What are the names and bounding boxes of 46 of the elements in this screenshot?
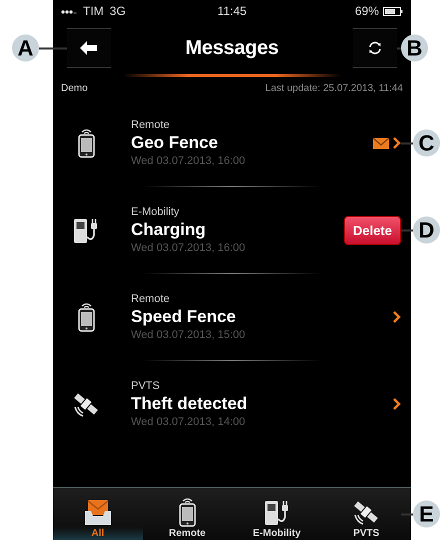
message-title: Charging [131,220,207,240]
tab[interactable]: Remote [142,488,232,540]
tab[interactable]: PVTS [322,488,411,540]
account-name: Demo [61,83,88,94]
tab[interactable]: E-Mobility [232,488,322,540]
message-date: Wed 03.07.2013, 16:00 [131,155,246,167]
last-update-text: Last update: 25.07.2013, 11:44 [265,83,403,94]
signal-icon [61,8,77,14]
message-category: E-Mobility [131,206,180,218]
callout-label: D [413,216,440,244]
message-title: Geo Fence [131,133,219,153]
battery-percent: 69% [354,4,379,18]
message-date: Wed 03.07.2013, 15:00 [131,329,246,341]
chevron-right-icon [393,137,401,149]
message-date: Wed 03.07.2013, 14:00 [131,416,246,428]
phone-icon [176,497,198,527]
phone-icon [76,302,96,332]
chevron-right-icon [393,398,401,410]
battery-icon [382,6,403,16]
back-arrow-icon [80,41,98,55]
message-category: Remote [131,119,171,131]
leader-line [401,142,413,144]
status-time: 11:45 [217,4,247,18]
message-title: Speed Fence [131,307,237,327]
screen-title: Messages [185,36,279,60]
message-title: Theft detected [131,394,248,414]
callout-label: C [413,130,440,156]
callout-label: A [12,34,39,62]
phone-icon [76,128,96,158]
back-button[interactable] [67,28,111,68]
chevron-right-icon [393,311,401,323]
refresh-button[interactable] [353,28,397,68]
message-row[interactable]: Remote Speed Fence Wed 03.07.2013, 15:00 [53,274,411,360]
message-date: Wed 03.07.2013, 16:00 [131,242,246,254]
inbox-icon [82,497,113,527]
refresh-icon [368,41,382,55]
delete-button[interactable]: Delete [344,216,401,244]
message-category: PVTS [131,380,161,392]
network-type: 3G [110,4,126,18]
callout-label: B [401,34,428,62]
leader-line [39,47,67,49]
message-row[interactable]: PVTS Theft detected Wed 03.07.2013, 14:00 [53,361,411,447]
leader-line [401,229,413,231]
callout-label: E [413,500,440,528]
carrier-name: TIM [83,4,104,18]
message-category: Remote [131,293,171,305]
